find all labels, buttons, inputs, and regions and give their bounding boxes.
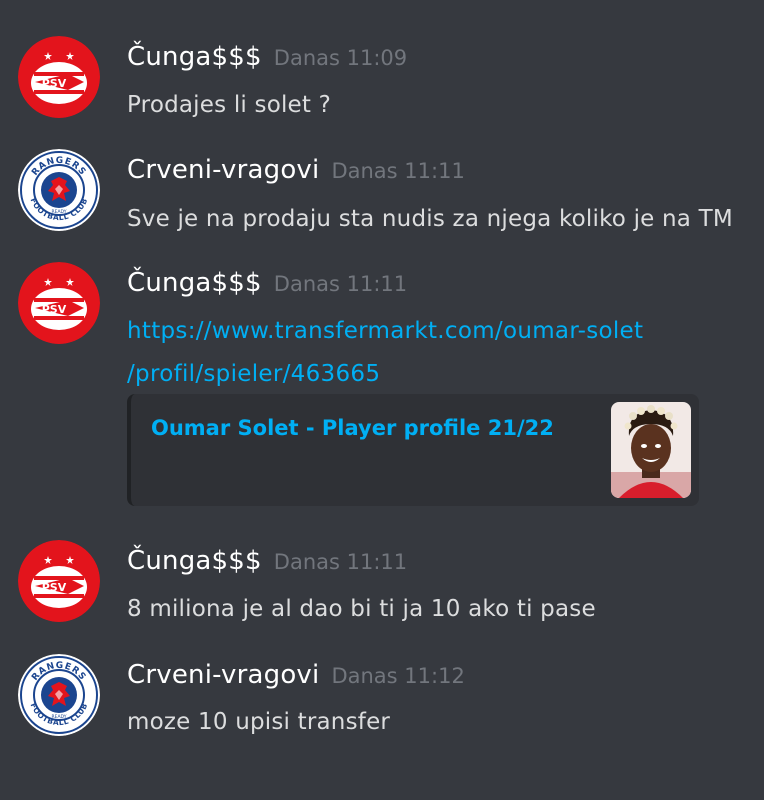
- timestamp: Danas 11:11: [273, 550, 408, 574]
- psv-logo-icon: PSV: [18, 540, 100, 622]
- link-line[interactable]: /profil/spieler/463665: [127, 353, 643, 396]
- message-text: Sve je na prodaju sta nudis za njega kol…: [127, 206, 733, 232]
- avatar[interactable]: PSV: [18, 262, 100, 344]
- player-photo-icon: [611, 402, 691, 498]
- message-text: moze 10 upisi transfer: [127, 709, 391, 735]
- psv-logo-icon: PSV: [18, 36, 100, 118]
- message-text: Prodajes li solet ?: [127, 92, 332, 118]
- transfermarkt-link[interactable]: https://www.transfermarkt.com/oumar-sole…: [127, 310, 643, 396]
- embed-title[interactable]: Oumar Solet - Player profile 21/22: [151, 416, 554, 440]
- timestamp: Danas 11:11: [273, 272, 408, 296]
- embed-thumbnail[interactable]: [611, 402, 691, 498]
- username[interactable]: Čunga$$$: [127, 42, 262, 72]
- chat-log: PSV Čunga$$$ Danas 11:09 Prodajes li sole…: [0, 0, 764, 800]
- username[interactable]: Crveni-vragovi: [127, 660, 319, 690]
- username[interactable]: Čunga$$$: [127, 268, 262, 298]
- timestamp: Danas 11:12: [331, 664, 465, 688]
- message-text: 8 miliona je al dao bi ti ja 10 ako ti p…: [127, 596, 596, 622]
- link-line[interactable]: https://www.transfermarkt.com/oumar-sole…: [127, 310, 643, 353]
- timestamp: Danas 11:11: [331, 159, 465, 183]
- timestamp: Danas 11:09: [273, 46, 408, 70]
- avatar[interactable]: RANGERS FOOTBALL CLUB READY: [18, 654, 100, 736]
- svg-text:PSV: PSV: [42, 77, 67, 90]
- psv-logo-icon: PSV: [18, 262, 100, 344]
- avatar[interactable]: RANGERS FOOTBALL CLUB READY: [18, 149, 100, 231]
- avatar[interactable]: PSV: [18, 36, 100, 118]
- svg-text:READY: READY: [51, 209, 66, 215]
- username[interactable]: Čunga$$$: [127, 546, 262, 576]
- rangers-logo-icon: RANGERS FOOTBALL CLUB READY: [18, 654, 100, 736]
- avatar[interactable]: PSV: [18, 540, 100, 622]
- link-embed: Oumar Solet - Player profile 21/22: [127, 394, 699, 506]
- rangers-logo-icon: RANGERS FOOTBALL CLUB READY: [18, 149, 100, 231]
- username[interactable]: Crveni-vragovi: [127, 155, 319, 185]
- svg-text:READY: READY: [51, 714, 66, 720]
- svg-text:PSV: PSV: [42, 581, 67, 594]
- svg-text:PSV: PSV: [42, 303, 67, 316]
